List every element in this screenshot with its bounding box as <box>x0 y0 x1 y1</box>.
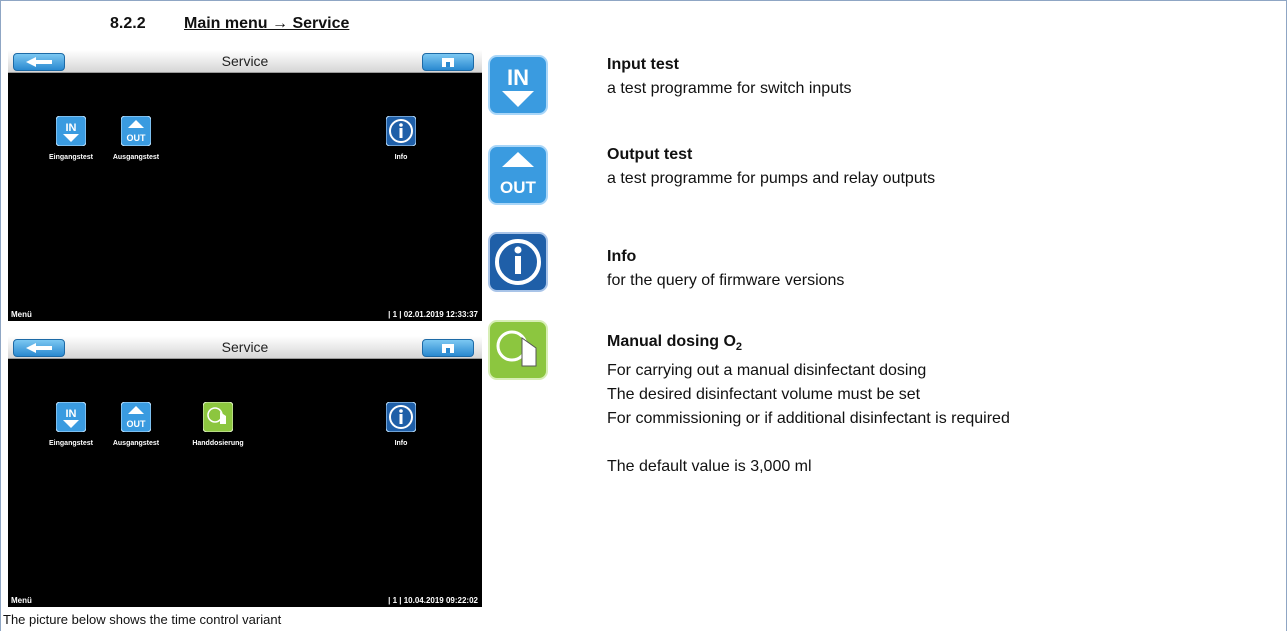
info-icon <box>385 401 417 433</box>
tile-label: Info <box>394 440 408 447</box>
home-icon <box>442 58 454 67</box>
section-title: Main menu → Service <box>184 15 350 32</box>
description-text: For carrying out a manual disinfectant d… <box>607 362 927 380</box>
description-text: a test programme for switch inputs <box>607 80 852 97</box>
screen-title: Service <box>221 53 269 69</box>
description-text: For commissioning or if additional disin… <box>607 410 1010 428</box>
svg-text:OUT: OUT <box>500 178 537 197</box>
tile-label: Eingangstest <box>49 440 93 447</box>
tile-info[interactable]: Info <box>366 115 436 161</box>
description-title: Input test <box>607 56 679 73</box>
info-icon <box>488 232 548 292</box>
section-number: 8.2.2 <box>110 15 146 32</box>
info-description: Info for the query of firmware versions <box>607 245 844 293</box>
manual-dosing-icon <box>202 401 234 433</box>
svg-text:IN: IN <box>66 408 77 420</box>
svg-text:OUT: OUT <box>127 133 147 143</box>
svg-text:OUT: OUT <box>127 419 147 429</box>
tile-label: Handdosierung <box>192 440 244 447</box>
footer-status: | 1 | 02.01.2019 12:33:37 <box>388 310 478 319</box>
tile-label: Eingangstest <box>49 154 93 161</box>
footer-menu-label[interactable]: Menü <box>11 310 32 319</box>
service-screen-2: Service IN Eingangstest OUT Ausgangstest… <box>8 336 482 607</box>
info-icon <box>385 115 417 147</box>
screen-header: Service <box>8 50 482 73</box>
description-text: for the query of firmware versions <box>607 272 845 289</box>
tile-output-test[interactable]: OUT Ausgangstest <box>101 401 171 447</box>
tile-label: Ausgangstest <box>112 440 160 447</box>
tile-output-test[interactable]: OUT Ausgangstest <box>101 115 171 161</box>
screen-title: Service <box>221 339 269 355</box>
default-value-note: The default value is 3,000 ml <box>607 458 812 476</box>
manual-dosing-description: Manual dosing O2 For carrying out a manu… <box>607 330 1010 479</box>
screen-header: Service <box>8 336 482 359</box>
input-test-icon: IN <box>55 115 87 147</box>
tile-manual-dosing[interactable]: Handdosierung <box>183 401 253 447</box>
manual-dosing-icon <box>488 320 548 380</box>
tile-input-test[interactable]: IN Eingangstest <box>36 401 106 447</box>
description-text: The desired disinfectant volume must be … <box>607 386 921 404</box>
figure-caption: The picture below shows the time control… <box>3 612 282 627</box>
description-title: Manual dosing O2 <box>607 333 743 354</box>
output-test-icon: OUT <box>120 401 152 433</box>
home-button[interactable] <box>422 53 474 71</box>
footer-status: | 1 | 10.04.2019 09:22:02 <box>388 596 478 605</box>
input-test-description: Input test a test programme for switch i… <box>607 53 852 101</box>
output-test-description: Output test a test programme for pumps a… <box>607 143 935 191</box>
tile-label: Ausgangstest <box>112 154 160 161</box>
footer-menu-label[interactable]: Menü <box>11 596 32 605</box>
svg-text:IN: IN <box>507 65 529 90</box>
tile-input-test[interactable]: IN Eingangstest <box>36 115 106 161</box>
description-text: a test programme for pumps and relay out… <box>607 170 936 187</box>
description-title: Info <box>607 248 637 265</box>
tile-info[interactable]: Info <box>366 401 436 447</box>
home-icon <box>442 344 454 353</box>
section-heading: 8.2.2 Main menu → Service <box>110 15 349 33</box>
svg-text:IN: IN <box>66 122 77 134</box>
input-test-icon: IN <box>488 55 548 115</box>
home-button[interactable] <box>422 339 474 357</box>
description-title: Output test <box>607 146 693 163</box>
tile-label: Info <box>394 154 408 161</box>
output-test-icon: OUT <box>488 145 548 205</box>
input-test-icon: IN <box>55 401 87 433</box>
output-test-icon: OUT <box>120 115 152 147</box>
service-screen-1: Service IN Eingangstest OUT Ausgangstest… <box>8 50 482 321</box>
